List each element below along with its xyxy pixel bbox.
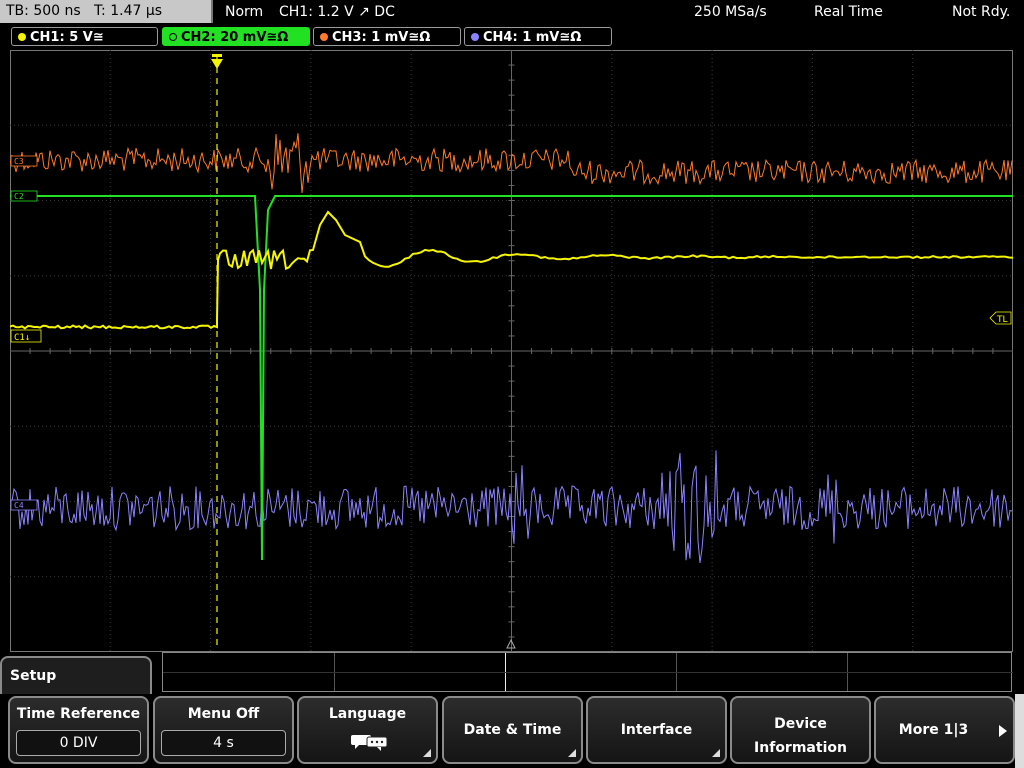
tab-ch4[interactable]: CH4: 1 mV≅Ω [464,27,612,46]
ch2-dot-icon [169,33,177,41]
tab-ch1[interactable]: CH1: 5 V≅ [11,27,158,46]
trigger-time-label: T: 1.47 µs [94,3,163,19]
acquisition-mode: Real Time [814,4,883,20]
ch4-label: CH4: 1 mV≅Ω [483,30,582,45]
ch1-label: CH1: 5 V≅ [30,30,104,45]
interface-label: Interface [620,722,693,738]
ch4-marker-text: C4 [14,501,24,510]
ch2-label: CH2: 20 mV≅Ω [181,30,289,45]
device-info-line2: Information [754,740,847,756]
date-time-button[interactable]: Date & Time [442,696,583,764]
menu-title-setup: Setup [0,656,152,696]
timebase-label: TB: 500 ns [6,3,81,19]
time-reference-label: Time Reference [16,706,141,722]
info-strip [162,652,1013,692]
ch2-level-marker[interactable]: C2 [10,190,38,202]
scroll-indicator [1015,694,1024,768]
next-page-arrow-icon [999,725,1007,737]
status-bar: TB: 500 ns T: 1.47 µs Norm CH1: 1.2 V ↗ … [0,0,1024,26]
submenu-corner-icon [423,749,431,757]
ch3-dot-icon [320,33,328,41]
channel-tabs: CH1: 5 V≅ CH2: 20 mV≅Ω CH3: 1 mV≅Ω CH4: … [0,26,1024,48]
submenu-corner-icon [712,749,720,757]
time-reference-value: 0 DIV [16,730,141,756]
device-information-button[interactable]: Device Information [730,696,871,764]
submenu-corner-icon [568,749,576,757]
date-time-label: Date & Time [463,722,562,738]
ch1-dot-icon [18,33,26,41]
tl-marker-text: TL [996,315,1008,325]
more-button[interactable]: More 1|3 [874,696,1015,764]
trigger-setting[interactable]: CH1: 1.2 V ↗ DC [279,0,395,24]
menu-off-value: 4 s [161,730,286,756]
sample-rate: 250 MSa/s [694,4,767,20]
language-label: Language [328,706,407,722]
ch3-marker-text: C3 [14,157,24,166]
time-reference-button[interactable]: Time Reference 0 DIV [8,696,149,764]
ch3-label: CH3: 1 mV≅Ω [332,30,431,45]
tab-ch3[interactable]: CH3: 1 mV≅Ω [313,27,461,46]
ch4-level-marker[interactable]: C4 [10,499,38,511]
interface-button[interactable]: Interface [586,696,727,764]
ch1-level-marker[interactable]: C1↓ [10,329,42,343]
setup-title: Setup [10,668,57,684]
speech-bubbles-icon [351,735,388,751]
ch1-marker-text: C1↓ [14,333,30,343]
language-button[interactable]: Language [297,696,438,764]
trigger-mode[interactable]: Norm [225,0,263,24]
menu-off-button[interactable]: Menu Off 4 s [153,696,294,764]
ch4-dot-icon [471,33,479,41]
trigger-status: Not Rdy. [952,4,1011,20]
more-label: More 1|3 [898,722,969,738]
menu-off-label: Menu Off [187,706,260,722]
tab-ch2[interactable]: CH2: 20 mV≅Ω [162,27,310,46]
softkey-bar: Time Reference 0 DIV Menu Off 4 s Langua… [0,694,1024,768]
ch3-level-marker[interactable]: C3 [10,155,38,167]
waveform-display[interactable]: C1↓ C2 C3 C4 TL [10,50,1013,652]
ch2-marker-text: C2 [14,192,24,201]
device-info-line1: Device [774,716,827,732]
timebase-box[interactable]: TB: 500 ns T: 1.47 µs [0,0,213,23]
